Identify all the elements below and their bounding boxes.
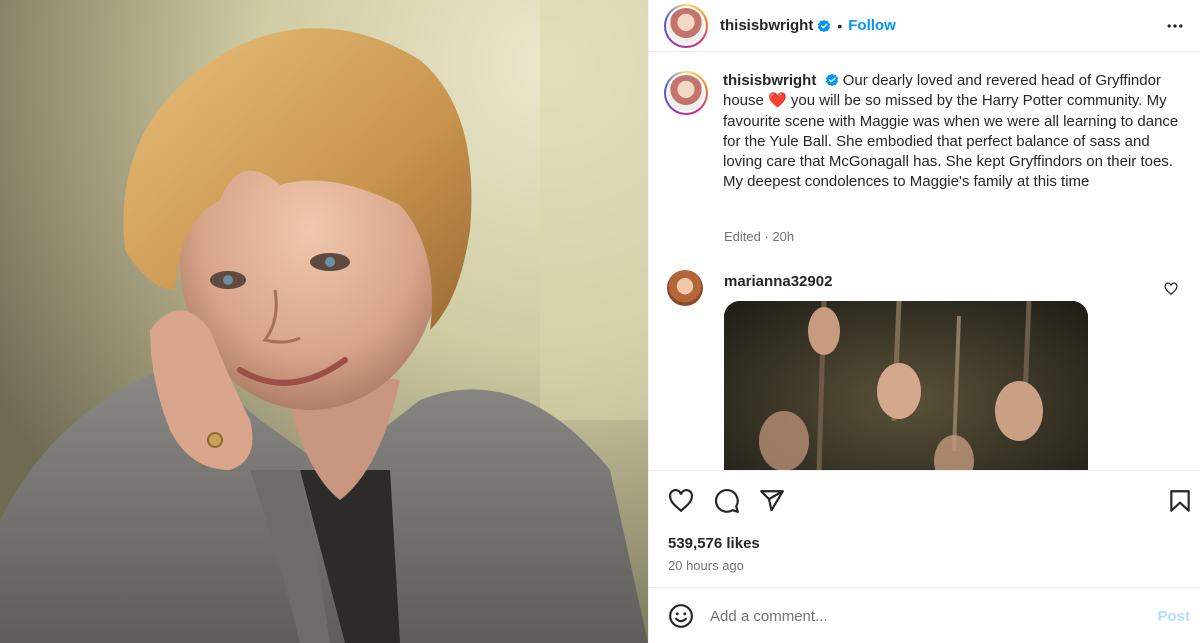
caption: thisisbwright Our dearly loved and rever… [664, 71, 1184, 193]
post-actions: 539,576 likes 20 hours ago [649, 470, 1200, 588]
likes-count[interactable]: 539,576 likes [668, 535, 760, 552]
follow-button[interactable]: Follow [848, 17, 896, 34]
comment-input[interactable] [710, 607, 1130, 625]
share-icon[interactable] [759, 488, 785, 514]
caption-author-avatar[interactable] [664, 71, 708, 115]
caption-username[interactable]: thisisbwright [723, 72, 816, 89]
author-avatar[interactable] [664, 3, 708, 48]
small-heart-icon[interactable] [1164, 282, 1178, 296]
heart-icon[interactable] [668, 488, 694, 514]
comment-icon[interactable] [714, 488, 740, 514]
author-username[interactable]: thisisbwright [720, 17, 813, 34]
portrait-illustration [0, 0, 648, 643]
more-options-icon[interactable] [1163, 16, 1187, 36]
verified-badge-icon [825, 73, 838, 87]
commenter-avatar[interactable] [667, 270, 703, 306]
post-time[interactable]: 20 hours ago [668, 558, 744, 573]
comments-scroll-area[interactable]: thisisbwright Our dearly loved and rever… [649, 52, 1200, 470]
wands-gif-illustration [724, 301, 1088, 470]
comment-composer: Post [649, 589, 1200, 643]
bookmark-icon[interactable] [1167, 488, 1193, 514]
comment-gif-image[interactable] [724, 301, 1088, 470]
post-comment-button[interactable]: Post [1157, 608, 1190, 625]
post-header: thisisbwright • Follow [649, 0, 1200, 52]
verified-badge-icon [818, 19, 831, 32]
caption-text: thisisbwright Our dearly loved and rever… [723, 71, 1183, 193]
separator-dot: • [837, 17, 843, 34]
caption-body-2: you will be so missed by the Harry Potte… [723, 92, 1179, 191]
post-side-panel: thisisbwright • Follow thisisbwright Our… [648, 0, 1200, 643]
emoji-icon[interactable] [668, 603, 694, 629]
post-image[interactable] [0, 0, 648, 643]
red-heart-emoji: ❤️ [768, 92, 787, 110]
caption-meta: Edited · 20h [724, 229, 795, 244]
